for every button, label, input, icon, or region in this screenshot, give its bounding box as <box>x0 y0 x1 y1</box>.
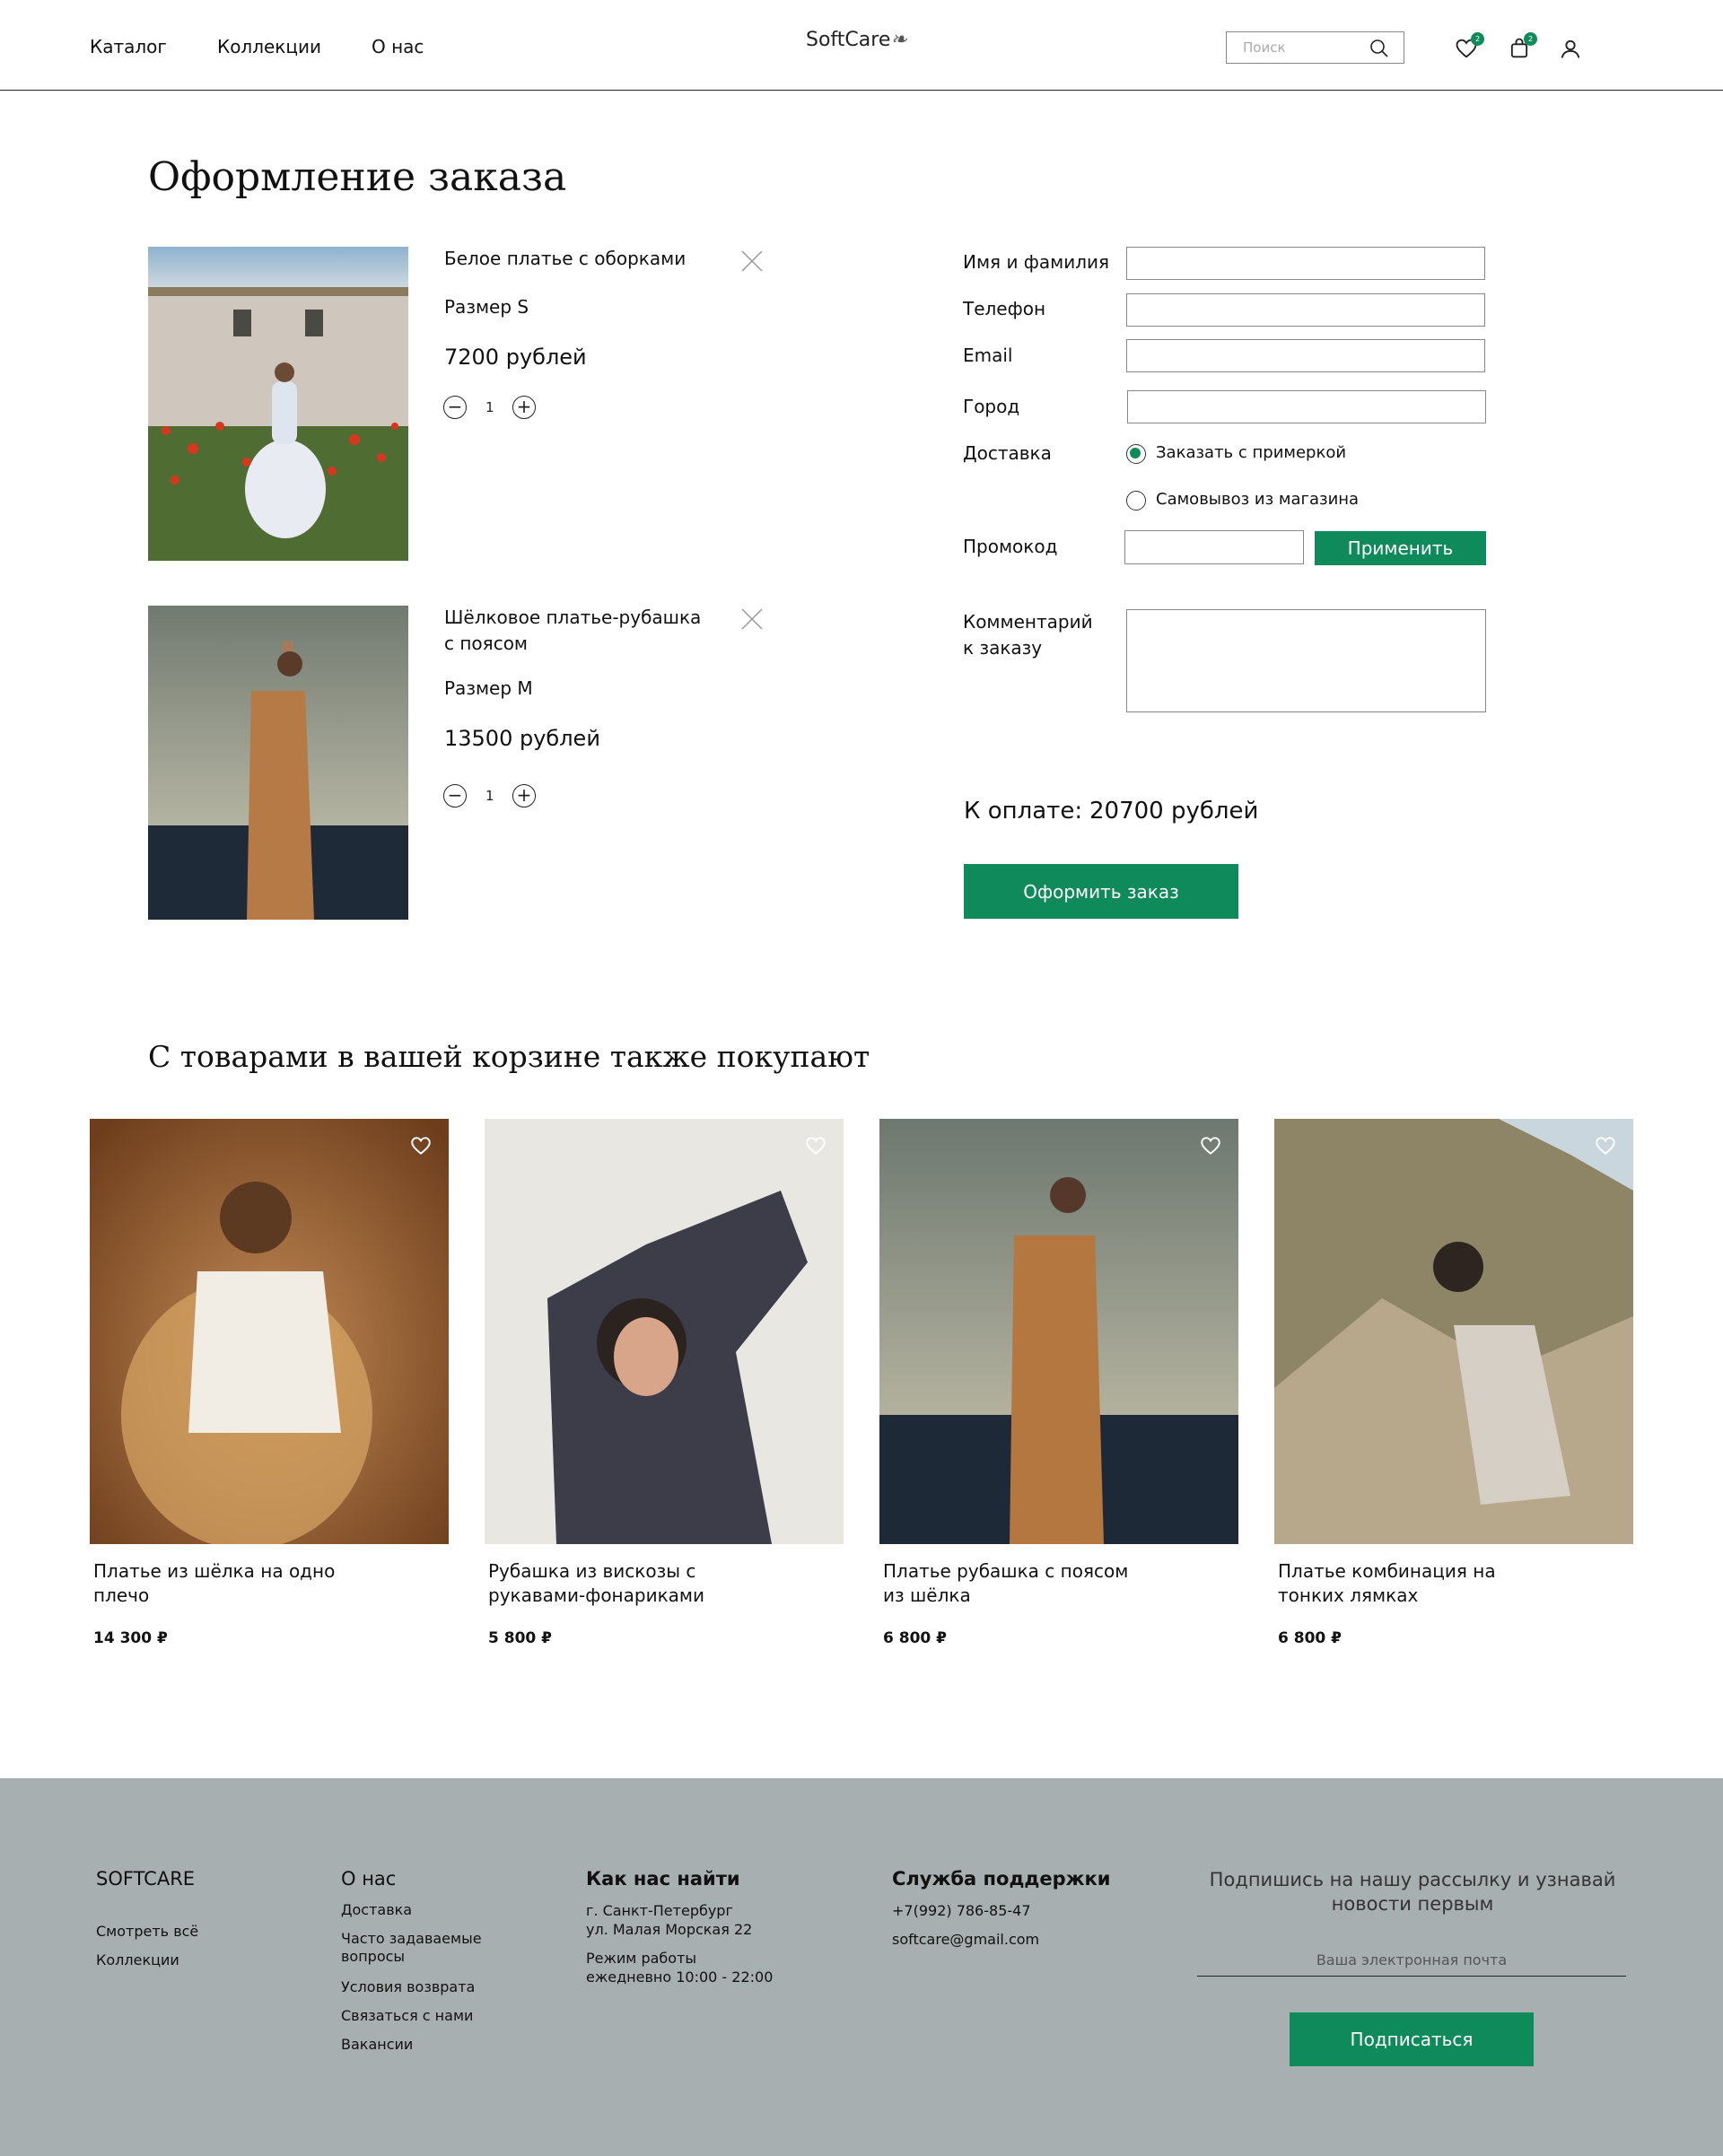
total-value: 20700 рублей <box>1089 798 1259 825</box>
wishlist-button[interactable]: 2 <box>1454 32 1484 61</box>
product-image[interactable] <box>879 1119 1238 1544</box>
viscose-shirt-photo <box>485 1119 844 1544</box>
delivery-fitting-label: Заказать с примеркой <box>1156 443 1347 462</box>
product-image[interactable] <box>90 1119 449 1544</box>
product-price: 6 800 ₽ <box>883 1629 947 1647</box>
subscribe-button[interactable]: Подписаться <box>1290 2012 1534 2066</box>
wishlist-count-badge: 2 <box>1471 32 1484 46</box>
cart-button[interactable]: 2 <box>1507 32 1537 61</box>
comment-label: Комментарий к заказу <box>963 611 1093 659</box>
search-icon[interactable] <box>1369 39 1389 58</box>
email-label: Email <box>963 345 1013 366</box>
name-field[interactable] <box>1126 247 1485 280</box>
delivery-label: Доставка <box>963 442 1052 464</box>
email-field[interactable] <box>1126 339 1485 372</box>
silk-one-shoulder-photo <box>90 1119 449 1544</box>
logo[interactable]: SoftCare❧ <box>806 29 907 51</box>
product-name[interactable]: Рубашка из вискозы с рукавами-фонариками <box>488 1559 757 1608</box>
search-box[interactable] <box>1226 31 1404 64</box>
phone-label: Телефон <box>963 298 1046 319</box>
product-price: 5 800 ₽ <box>488 1629 552 1647</box>
city-field[interactable] <box>1127 390 1486 423</box>
product-name[interactable]: Платье комбинация на тонких лямках <box>1278 1559 1547 1608</box>
cart-item-qty: 1 <box>485 399 494 415</box>
minus-icon[interactable]: − <box>443 784 467 807</box>
footer-link-collections[interactable]: Коллекции <box>96 1951 179 1969</box>
delivery-pickup-radio[interactable] <box>1126 491 1146 511</box>
footer-link-contact[interactable]: Связаться с нами <box>341 2007 473 2025</box>
footer-find-title: Как нас найти <box>586 1868 740 1890</box>
footer-hours: Режим работы ежедневно 10:00 - 22:00 <box>586 1950 774 1986</box>
subscribe-text: Подпишись на нашу рассылку и узнавай нов… <box>1209 1869 1616 1915</box>
close-icon[interactable] <box>739 249 765 274</box>
nav-about[interactable]: О нас <box>372 36 424 57</box>
product-image[interactable] <box>485 1119 844 1544</box>
footer-link-view-all[interactable]: Смотреть всё <box>96 1923 198 1941</box>
slip-dress-photo <box>1274 1119 1633 1544</box>
page-title: Оформление заказа <box>148 154 567 200</box>
promo-field[interactable] <box>1124 530 1304 564</box>
white-dress-photo <box>148 247 408 561</box>
nav-catalog[interactable]: Каталог <box>90 36 167 57</box>
footer-link-delivery[interactable]: Доставка <box>341 1901 412 1919</box>
plus-icon[interactable]: + <box>512 396 536 419</box>
footer-brand: SOFTCARE <box>96 1868 196 1890</box>
total-label: К оплате: <box>964 798 1083 825</box>
heart-icon[interactable] <box>409 1134 433 1157</box>
heart-icon[interactable] <box>1199 1134 1222 1157</box>
plus-icon[interactable]: + <box>512 784 536 807</box>
product-price: 6 800 ₽ <box>1278 1629 1342 1647</box>
place-order-button[interactable]: Оформить заказ <box>964 864 1238 919</box>
cart-item-name: Белое платье с оборками <box>444 248 687 269</box>
cart-item-image[interactable] <box>148 247 408 561</box>
footer-link-careers[interactable]: Вакансии <box>341 2036 413 2054</box>
city-label: Город <box>963 396 1020 417</box>
cart-item-name: Шёлковое платье-рубашка с поясом <box>444 607 702 654</box>
delivery-fitting-radio[interactable] <box>1126 444 1146 464</box>
cart-item-size: Размер M <box>444 677 533 699</box>
footer-link-faq[interactable]: Часто задаваемые вопросы <box>341 1930 485 1966</box>
promo-label: Промокод <box>963 536 1058 557</box>
cart-item-qty: 1 <box>485 788 494 804</box>
name-label: Имя и фамилия <box>963 251 1110 273</box>
nav-collections[interactable]: Коллекции <box>217 36 321 57</box>
close-icon[interactable] <box>739 607 765 632</box>
search-input[interactable] <box>1227 32 1361 62</box>
phone-field[interactable] <box>1126 293 1485 327</box>
user-icon <box>1561 39 1580 58</box>
cart-item-price: 13500 рублей <box>444 726 600 751</box>
footer-support-title: Служба поддержки <box>892 1868 1111 1890</box>
cart-item-image[interactable] <box>148 606 408 920</box>
product-name[interactable]: Платье из шёлка на одно плечо <box>93 1559 363 1608</box>
silk-shirt-dress-photo <box>148 606 408 920</box>
site-header: Каталог Коллекции О нас SoftCare❧ 2 2 <box>0 0 1723 91</box>
heart-icon[interactable] <box>804 1134 827 1157</box>
comment-field[interactable] <box>1126 609 1486 712</box>
newsletter-email-input[interactable] <box>1197 1944 1626 1977</box>
logo-text: SoftCare <box>806 29 891 51</box>
footer-address: г. Санкт-Петербург ул. Малая Морская 22 <box>586 1902 753 1938</box>
account-button[interactable] <box>1558 36 1583 61</box>
footer-link-returns[interactable]: Условия возврата <box>341 1978 475 1996</box>
shirt-dress-belt-photo <box>879 1119 1238 1544</box>
product-name[interactable]: Платье рубашка с поясом из шёлка <box>883 1559 1152 1608</box>
delivery-pickup-label: Самовывоз из магазина <box>1156 490 1360 509</box>
footer-about-title: О нас <box>341 1868 397 1890</box>
logo-swirl-icon: ❧ <box>890 29 907 51</box>
footer-phone[interactable]: +7(992) 786-85-47 <box>892 1901 1031 1920</box>
footer-email[interactable]: softcare@gmail.com <box>892 1930 1039 1949</box>
apply-promo-button[interactable]: Применить <box>1315 531 1486 565</box>
heart-icon[interactable] <box>1594 1134 1617 1157</box>
recommendations-title: С товарами в вашей корзине также покупаю… <box>148 1039 870 1074</box>
minus-icon[interactable]: − <box>443 396 467 419</box>
cart-item-size: Размер S <box>444 296 529 318</box>
product-price: 14 300 ₽ <box>93 1629 168 1647</box>
cart-count-badge: 2 <box>1524 32 1537 46</box>
cart-item-price: 7200 рублей <box>444 345 587 370</box>
product-image[interactable] <box>1274 1119 1633 1544</box>
